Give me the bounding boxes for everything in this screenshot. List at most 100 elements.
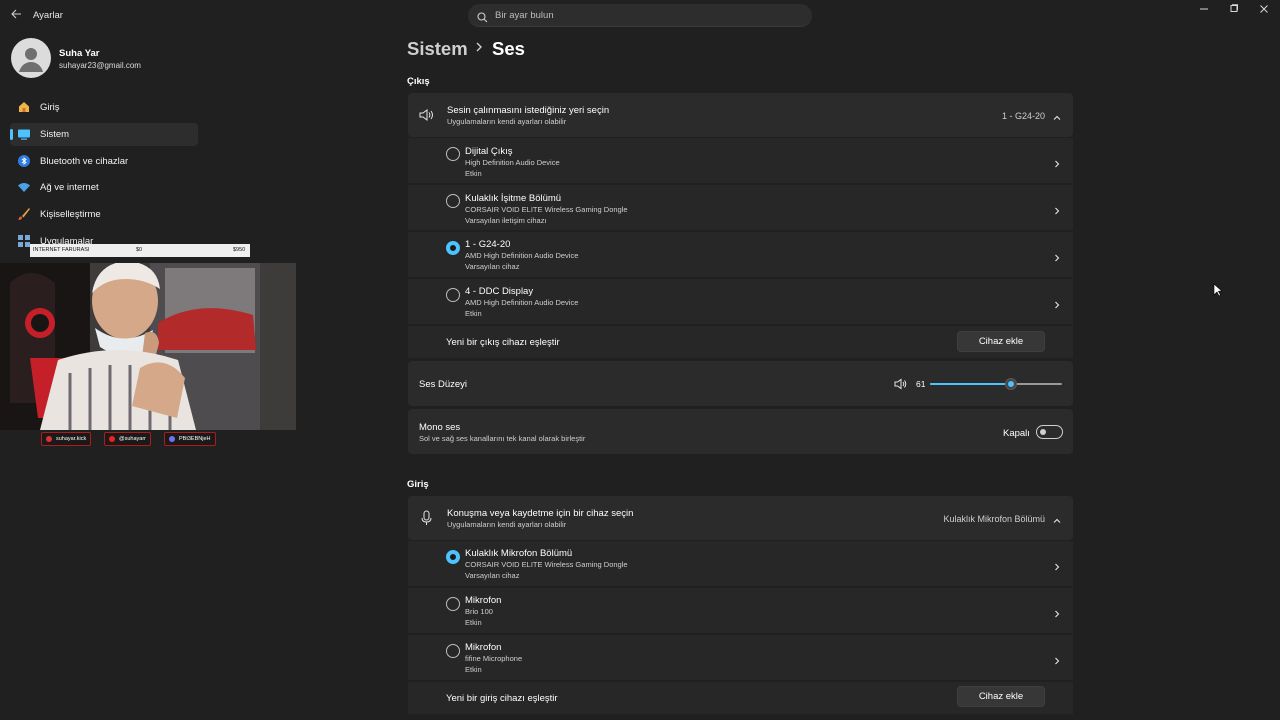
social-tag-youtube: @suhayarr — [104, 432, 151, 446]
breadcrumb-parent[interactable]: Sistem — [407, 38, 468, 59]
youtube-icon — [109, 436, 115, 442]
mono-audio-card: Mono ses Sol ve sağ ses kanallarını tek … — [408, 409, 1073, 454]
search-box[interactable]: Bir ayar bulun — [468, 4, 812, 27]
page-title: Ses — [492, 38, 525, 59]
sidebar-item-system[interactable]: Sistem — [10, 123, 198, 146]
speaker-icon — [419, 108, 434, 127]
output-device-selector[interactable]: Sesin çalınmasını istediğiniz yeri seçin… — [408, 93, 1073, 137]
volume-label: Ses Düzeyi — [419, 379, 468, 390]
chevron-right-icon[interactable] — [1052, 653, 1062, 665]
wifi-icon — [17, 180, 31, 194]
device-radio[interactable] — [446, 644, 460, 658]
volume-value: 61 — [916, 379, 926, 389]
selector-subtitle: Uygulamaların kendi ayarları olabilir — [447, 520, 567, 529]
device-radio[interactable] — [446, 194, 460, 208]
donation-goal-bar: INTERNET FARURASI $0 $950 — [30, 244, 250, 257]
brush-icon — [17, 207, 31, 221]
bluetooth-icon — [17, 154, 31, 168]
microphone-icon — [421, 510, 432, 531]
device-radio-selected[interactable] — [446, 241, 460, 255]
volume-speaker-icon[interactable] — [894, 377, 907, 395]
restore-button[interactable] — [1224, 4, 1244, 18]
mono-audio-toggle[interactable] — [1036, 425, 1063, 439]
chevron-up-icon[interactable] — [1052, 513, 1062, 523]
device-name: 1 - G24-20 — [465, 239, 511, 250]
section-heading-output: Çıkış — [407, 76, 430, 87]
sidebar-item-label: Kişiselleştirme — [40, 209, 101, 220]
title-bar: Ayarlar Bir ayar bulun — [0, 0, 1280, 32]
input-device-row[interactable]: Mikrofon Brio 100 Etkin — [408, 588, 1073, 633]
mouse-cursor-icon — [1213, 283, 1223, 302]
output-device-row[interactable]: Dijital Çıkış High Definition Audio Devi… — [408, 138, 1073, 183]
chevron-right-icon[interactable] — [1052, 559, 1062, 571]
device-status: Etkin — [465, 309, 482, 318]
pair-output-label: Yeni bir çıkış cihazı eşleştir — [446, 337, 560, 348]
device-driver: CORSAIR VOID ELITE Wireless Gaming Dongl… — [465, 560, 628, 569]
mono-audio-state: Kapalı — [1003, 428, 1030, 439]
social-tag-label: suhayar.kick — [56, 436, 87, 442]
device-name: Kulaklık Mikrofon Bölümü — [465, 548, 573, 559]
input-device-selector[interactable]: Konuşma veya kaydetme için bir cihaz seç… — [408, 496, 1073, 540]
device-driver: Brio 100 — [465, 607, 493, 616]
device-driver: fifine Microphone — [465, 654, 523, 663]
input-device-row[interactable]: Mikrofon fifine Microphone Etkin — [408, 635, 1073, 680]
add-output-device-button[interactable]: Cihaz ekle — [957, 331, 1045, 352]
selector-title: Konuşma veya kaydetme için bir cihaz seç… — [447, 508, 634, 519]
volume-slider-fill — [930, 383, 1011, 385]
sidebar-item-label: Giriş — [40, 102, 60, 113]
device-radio[interactable] — [446, 147, 460, 161]
sidebar-item-personalization[interactable]: Kişiselleştirme — [10, 203, 198, 226]
output-device-row[interactable]: Kulaklık İşitme Bölümü CORSAIR VOID ELIT… — [408, 185, 1073, 230]
chevron-up-icon[interactable] — [1052, 110, 1062, 120]
device-driver: High Definition Audio Device — [465, 158, 560, 167]
device-status: Etkin — [465, 665, 482, 674]
profile-name: Suha Yar — [59, 48, 100, 59]
minimize-button[interactable] — [1194, 4, 1214, 18]
discord-icon — [169, 436, 175, 442]
goal-label: INTERNET FARURASI — [33, 247, 90, 253]
output-device-row[interactable]: 1 - G24-20 AMD High Definition Audio Dev… — [408, 232, 1073, 277]
device-name: Mikrofon — [465, 595, 502, 606]
chevron-right-icon[interactable] — [1052, 250, 1062, 262]
device-status: Varsayılan cihaz — [465, 262, 520, 271]
input-device-row[interactable]: Kulaklık Mikrofon Bölümü CORSAIR VOID EL… — [408, 541, 1073, 586]
add-input-device-button[interactable]: Cihaz ekle — [957, 686, 1045, 707]
search-input[interactable]: Bir ayar bulun — [495, 10, 554, 21]
selector-subtitle: Uygulamaların kendi ayarları olabilir — [447, 117, 567, 126]
device-radio[interactable] — [446, 288, 460, 302]
chevron-right-icon[interactable] — [1052, 297, 1062, 309]
device-status: Etkin — [465, 169, 482, 178]
back-arrow-icon[interactable] — [8, 8, 24, 24]
mono-audio-subtitle: Sol ve sağ ses kanallarını tek kanal ola… — [419, 434, 586, 443]
chevron-right-icon[interactable] — [1052, 606, 1062, 618]
goal-min: $0 — [136, 247, 143, 253]
device-status: Varsayılan cihaz — [465, 571, 520, 580]
volume-slider[interactable] — [930, 378, 1062, 390]
social-tag-label: PBt3EBNjeH — [179, 436, 211, 442]
volume-slider-thumb[interactable] — [1004, 378, 1017, 390]
avatar[interactable] — [11, 38, 51, 78]
goal-max: $950 — [233, 247, 246, 253]
chevron-right-icon[interactable] — [1052, 156, 1062, 168]
device-radio[interactable] — [446, 597, 460, 611]
sidebar-item-label: Sistem — [40, 129, 70, 140]
social-tag-kick: suhayar.kick — [41, 432, 92, 446]
close-button[interactable] — [1254, 4, 1274, 18]
device-name: Dijital Çıkış — [465, 146, 513, 157]
toggle-knob — [1040, 429, 1046, 435]
output-device-row[interactable]: 4 - DDC Display AMD High Definition Audi… — [408, 279, 1073, 324]
pair-input-label: Yeni bir giriş cihazı eşleştir — [446, 693, 558, 704]
chevron-right-icon[interactable] — [1052, 203, 1062, 215]
device-status: Etkin — [465, 618, 482, 627]
device-name: 4 - DDC Display — [465, 286, 534, 297]
sidebar-item-network[interactable]: Ağ ve internet — [10, 176, 198, 199]
device-driver: AMD High Definition Audio Device — [465, 298, 579, 307]
sidebar-item-home[interactable]: Giriş — [10, 96, 198, 119]
selected-input-device: Kulaklık Mikrofon Bölümü — [943, 514, 1045, 524]
system-icon — [17, 127, 31, 141]
device-driver: CORSAIR VOID ELITE Wireless Gaming Dongl… — [465, 205, 628, 214]
profile-email: suhayar23@gmail.com — [59, 61, 141, 70]
sidebar-item-bluetooth[interactable]: Bluetooth ve cihazlar — [10, 150, 198, 173]
device-radio-selected[interactable] — [446, 550, 460, 564]
selector-title: Sesin çalınmasını istediğiniz yeri seçin — [447, 105, 610, 116]
